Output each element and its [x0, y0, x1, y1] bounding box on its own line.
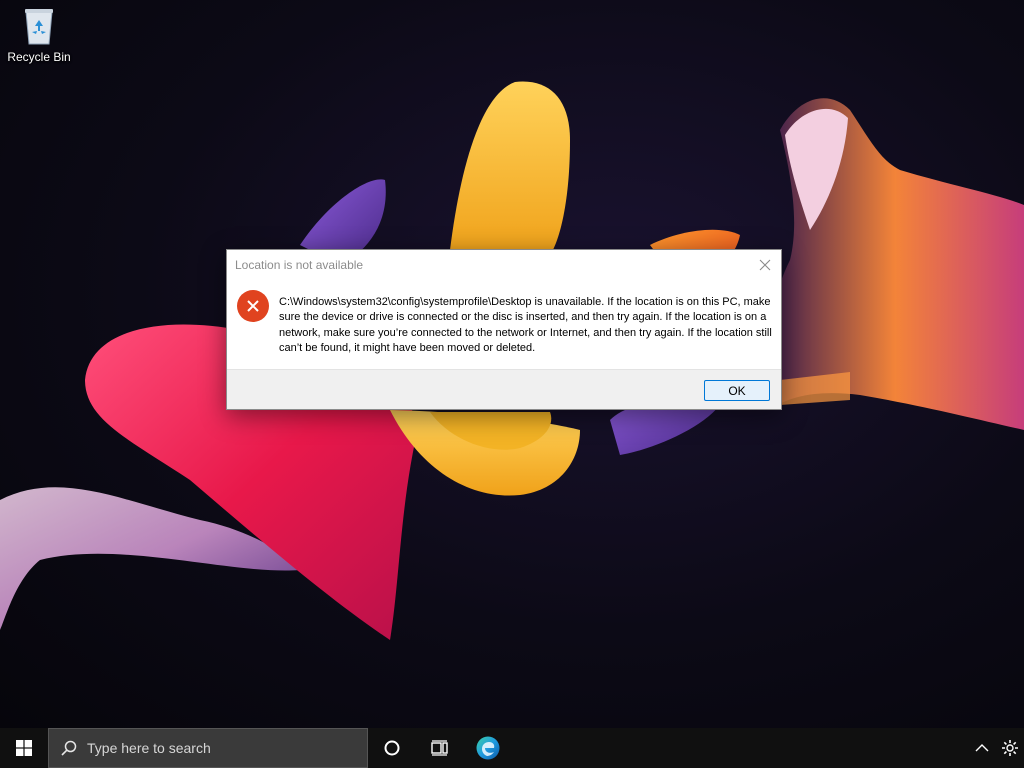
recycle-bin-icon — [25, 9, 53, 45]
search-placeholder: Type here to search — [87, 740, 211, 756]
recycle-bin-shortcut[interactable]: Recycle Bin — [4, 6, 74, 74]
dialog-footer: OK — [227, 369, 781, 409]
close-button[interactable] — [753, 254, 777, 276]
show-hidden-icons-button[interactable] — [968, 728, 996, 768]
edge-browser-icon — [476, 736, 500, 760]
start-button[interactable] — [0, 728, 48, 768]
dialog-title: Location is not available — [235, 258, 364, 272]
task-view-button[interactable] — [416, 728, 464, 768]
cortana-icon — [384, 740, 400, 756]
cortana-button[interactable] — [368, 728, 416, 768]
recycle-bin-label: Recycle Bin — [7, 50, 71, 64]
dialog-body: C:\Windows\system32\config\systemprofile… — [227, 280, 781, 370]
chevron-up-icon — [975, 744, 989, 752]
error-message: C:\Windows\system32\config\systemprofile… — [279, 296, 772, 354]
system-tray — [968, 728, 1024, 768]
task-view-icon — [431, 740, 448, 756]
taskbar: Type here to search — [0, 728, 1024, 768]
close-icon — [759, 259, 771, 271]
error-dialog: Location is not available C:\Windows\sys… — [226, 249, 782, 410]
search-icon — [61, 740, 77, 756]
ok-button[interactable]: OK — [704, 380, 770, 401]
dialog-titlebar[interactable]: Location is not available — [227, 250, 781, 280]
search-box[interactable]: Type here to search — [48, 728, 368, 768]
settings-tray-button[interactable] — [996, 728, 1024, 768]
edge-taskbar-button[interactable] — [464, 728, 512, 768]
windows-start-icon — [16, 740, 32, 756]
error-icon — [237, 290, 269, 322]
settings-gear-icon — [1002, 740, 1018, 756]
